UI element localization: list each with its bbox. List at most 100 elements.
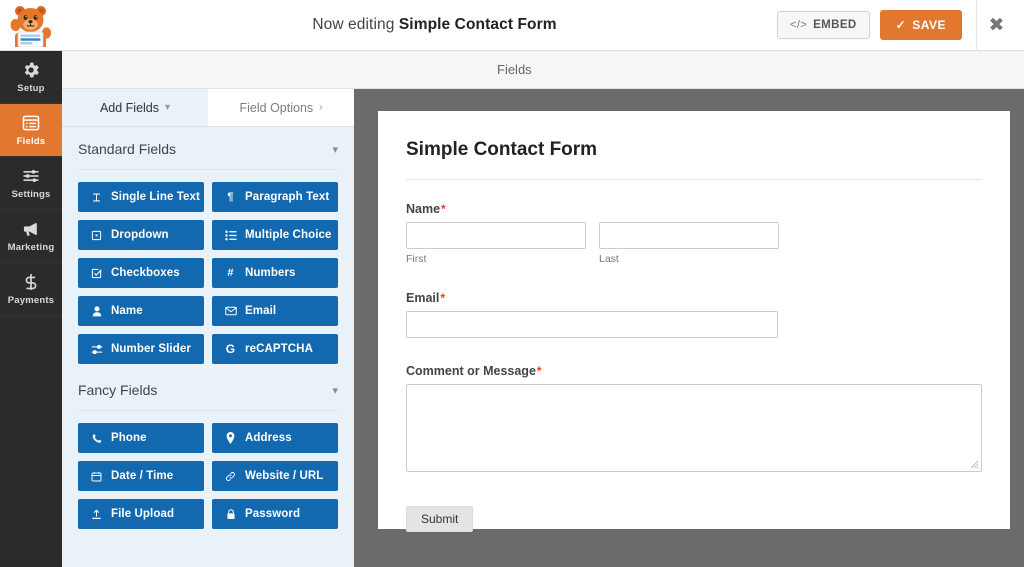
section-standard-fields-header[interactable]: Standard Fields ▾	[78, 141, 338, 170]
field-button-label: Email	[245, 305, 277, 317]
field-button-label: Website / URL	[245, 470, 324, 482]
text-cursor-icon	[90, 192, 103, 203]
page-title: Now editing Simple Contact Form	[92, 16, 777, 34]
lock-icon	[224, 508, 237, 520]
panel-strip-label: Fields	[497, 62, 532, 77]
name-last-sublabel: Last	[599, 253, 619, 265]
code-icon: </>	[790, 19, 808, 31]
form-preview-title: Simple Contact Form	[406, 139, 982, 180]
field-button-label: Address	[245, 432, 292, 444]
field-label-text: Comment or Message	[406, 364, 536, 378]
field-button-password[interactable]: Password	[212, 499, 338, 529]
sidebar-item-label: Settings	[11, 189, 51, 200]
preview-field-name[interactable]: Name* First Last	[406, 202, 982, 265]
mascot-bear-icon	[10, 6, 52, 47]
radio-list-icon	[224, 230, 237, 241]
field-button-date-time[interactable]: Date / Time	[78, 461, 204, 491]
list-icon	[22, 115, 40, 131]
fields-panel: Add Fields ▾ Field Options › Standard Fi…	[62, 89, 354, 567]
sliders-icon	[23, 170, 39, 182]
field-button-numbers[interactable]: # Numbers	[212, 258, 338, 288]
field-button-file-upload[interactable]: File Upload	[78, 499, 204, 529]
required-marker: *	[441, 202, 446, 216]
close-builder-button[interactable]: ✖	[976, 0, 1016, 51]
field-button-label: File Upload	[111, 508, 175, 520]
check-icon: ✓	[895, 18, 907, 32]
slider-icon	[90, 344, 103, 355]
field-button-dropdown[interactable]: Dropdown	[78, 220, 204, 250]
save-button[interactable]: ✓ SAVE	[879, 10, 962, 40]
field-button-label: Checkboxes	[111, 267, 180, 279]
chevron-down-icon: ▾	[165, 102, 171, 113]
field-button-single-line-text[interactable]: Single Line Text	[78, 182, 204, 212]
name-last-input[interactable]	[599, 222, 779, 249]
embed-button[interactable]: </> EMBED	[777, 11, 870, 39]
tab-add-fields[interactable]: Add Fields ▾	[62, 89, 208, 126]
tab-field-options[interactable]: Field Options ›	[208, 89, 354, 126]
fancy-fields-grid: Phone Address Date / Time Website / URL …	[62, 411, 354, 529]
dollar-icon	[25, 274, 37, 290]
section-title: Standard Fields	[78, 141, 177, 157]
chevron-right-icon: ›	[319, 102, 323, 113]
gear-icon	[24, 62, 39, 78]
sidebar-item-fields[interactable]: Fields	[0, 104, 62, 157]
panel-header-strip: Fields	[62, 51, 1024, 89]
field-label-text: Email	[406, 291, 440, 305]
field-button-phone[interactable]: Phone	[78, 423, 204, 453]
megaphone-icon	[23, 223, 37, 236]
builder-sidebar: Setup Fields Settings Marketing Payments	[0, 51, 62, 567]
wpforms-builder: Now editing Simple Contact Form </> EMBE…	[0, 0, 1024, 567]
section-fancy-fields-header[interactable]: Fancy Fields ▾	[78, 382, 338, 411]
field-button-email[interactable]: Email	[212, 296, 338, 326]
save-button-label: SAVE	[912, 18, 946, 32]
embed-button-label: EMBED	[813, 19, 857, 31]
resize-grip-icon[interactable]	[970, 460, 979, 469]
chevron-down-icon: ▾	[332, 143, 338, 156]
sidebar-item-label: Fields	[16, 136, 46, 147]
hash-icon: #	[227, 267, 234, 279]
field-button-multiple-choice[interactable]: Multiple Choice	[212, 220, 338, 250]
close-icon: ✖	[988, 14, 1005, 36]
field-button-website-url[interactable]: Website / URL	[212, 461, 338, 491]
field-button-name[interactable]: Name	[78, 296, 204, 326]
field-label: Comment or Message*	[406, 364, 982, 378]
map-pin-icon	[224, 432, 237, 444]
preview-field-email[interactable]: Email*	[406, 291, 982, 338]
field-button-recaptcha[interactable]: G reCAPTCHA	[212, 334, 338, 364]
name-first-sublabel: First	[406, 253, 427, 265]
upload-icon	[90, 509, 103, 520]
section-title: Fancy Fields	[78, 382, 158, 398]
sidebar-item-payments[interactable]: Payments	[0, 263, 62, 316]
sidebar-item-marketing[interactable]: Marketing	[0, 210, 62, 263]
form-name: Simple Contact Form	[398, 16, 557, 33]
wpforms-logo[interactable]	[0, 0, 62, 51]
phone-icon	[90, 433, 103, 444]
comment-textarea[interactable]	[406, 384, 982, 472]
name-first-input[interactable]	[406, 222, 586, 249]
sidebar-item-setup[interactable]: Setup	[0, 51, 62, 104]
field-button-label: Multiple Choice	[245, 229, 332, 241]
field-button-label: Dropdown	[111, 229, 169, 241]
required-marker: *	[536, 364, 542, 378]
field-button-address[interactable]: Address	[212, 423, 338, 453]
field-button-label: Paragraph Text	[245, 191, 330, 203]
field-button-number-slider[interactable]: Number Slider	[78, 334, 204, 364]
sidebar-item-settings[interactable]: Settings	[0, 157, 62, 210]
preview-field-comment[interactable]: Comment or Message*	[406, 364, 982, 472]
field-label-text: Name	[406, 202, 441, 216]
field-button-checkboxes[interactable]: Checkboxes	[78, 258, 204, 288]
field-button-label: Single Line Text	[111, 191, 200, 203]
email-input[interactable]	[406, 311, 778, 338]
field-button-paragraph-text[interactable]: ¶ Paragraph Text	[212, 182, 338, 212]
required-marker: *	[440, 291, 446, 305]
calendar-icon	[90, 471, 103, 482]
submit-button[interactable]: Submit	[406, 506, 474, 532]
checkbox-icon	[90, 268, 103, 279]
topbar-actions: </> EMBED ✓ SAVE ✖	[777, 0, 1024, 51]
field-button-label: Number Slider	[111, 343, 191, 355]
field-label: Name*	[406, 202, 982, 216]
field-label: Email*	[406, 291, 982, 305]
dropdown-icon	[90, 230, 103, 241]
user-icon	[90, 305, 103, 317]
tab-field-options-label: Field Options	[239, 100, 314, 115]
